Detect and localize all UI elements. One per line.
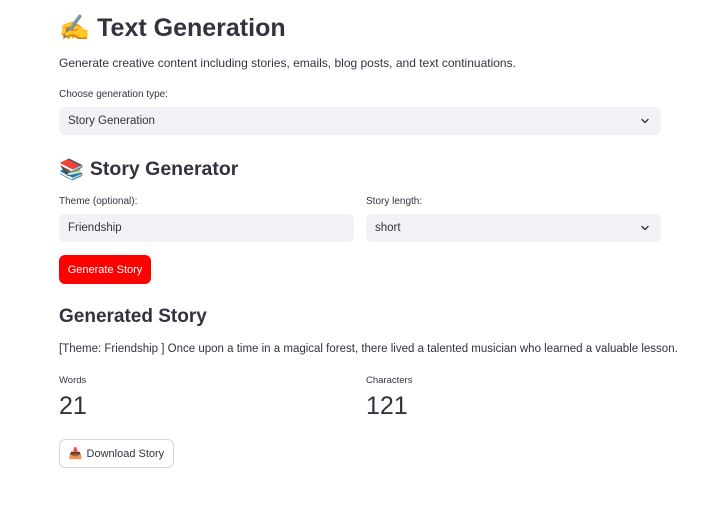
writing-hand-icon: ✍️: [59, 13, 91, 42]
story-length-select[interactable]: short: [366, 214, 661, 242]
characters-metric-label: Characters: [366, 375, 413, 386]
story-length-value: short: [375, 222, 401, 234]
story-generator-heading-text: Story Generator: [89, 157, 239, 180]
chevron-down-icon: [641, 118, 649, 124]
characters-metric-value: 121: [366, 392, 408, 420]
words-metric-label: Words: [59, 375, 87, 386]
page-title-text: Text Generation: [97, 13, 286, 42]
generation-type-value: Story Generation: [68, 115, 155, 127]
theme-input[interactable]: Friendship: [59, 214, 354, 242]
generation-type-select[interactable]: Story Generation: [59, 107, 661, 135]
page-description: Generate creative content including stor…: [59, 56, 516, 70]
chevron-down-icon: [641, 225, 649, 231]
theme-input-value: Friendship: [68, 222, 122, 234]
generate-story-button[interactable]: Generate Story: [59, 255, 151, 284]
books-icon: 📚: [59, 157, 84, 181]
story-length-label: Story length:: [366, 196, 423, 207]
theme-label: Theme (optional):: [59, 196, 138, 207]
story-generator-heading: 📚 Story Generator: [59, 156, 238, 182]
generated-story-text: [Theme: Friendship ] Once upon a time in…: [59, 343, 678, 355]
generation-type-label: Choose generation type:: [59, 89, 168, 100]
download-story-button[interactable]: 📥 Download Story: [59, 439, 174, 468]
page-title: ✍️ Text Generation: [59, 12, 286, 44]
inbox-tray-icon: 📥: [68, 447, 83, 460]
generated-story-heading: Generated Story: [59, 306, 207, 327]
words-metric-value: 21: [59, 392, 87, 420]
download-story-label: Download Story: [86, 447, 165, 460]
